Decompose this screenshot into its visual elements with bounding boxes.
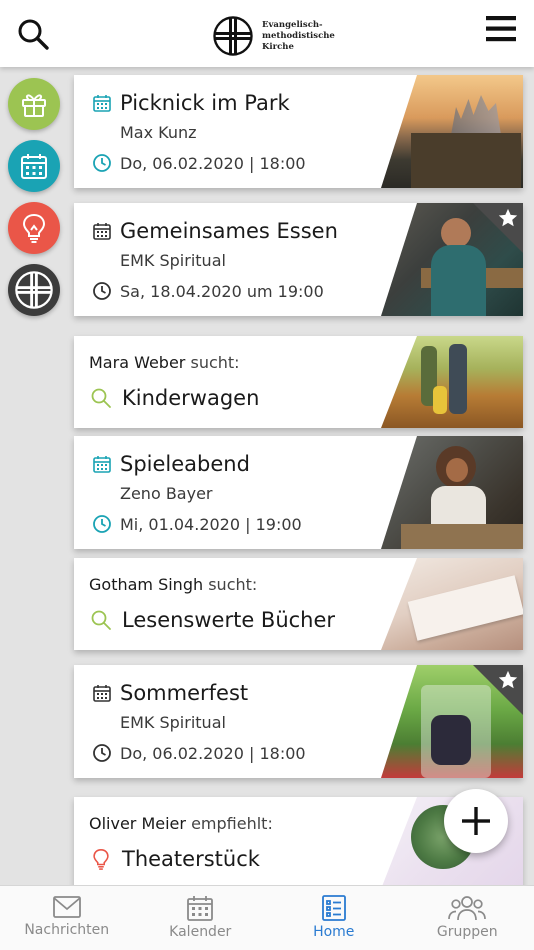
logo-line-2: methodistische xyxy=(262,30,335,41)
bottom-nav: Nachrichten Kalender Home Gruppen xyxy=(0,885,534,950)
mail-icon xyxy=(52,896,81,918)
rail-church-button[interactable] xyxy=(8,264,60,316)
star-icon xyxy=(498,670,518,689)
event-organizer: Max Kunz xyxy=(120,123,197,142)
calendar-icon xyxy=(187,896,214,921)
clock-icon xyxy=(93,282,111,300)
calendar-icon xyxy=(93,685,111,702)
event-title-row: Gemeinsames Essen xyxy=(92,219,338,243)
logo-text: Evangelisch- methodistische Kirche xyxy=(262,20,335,53)
event-datetime: Mi, 01.04.2020 | 19:00 xyxy=(120,514,302,534)
author-name[interactable]: Mara Weber xyxy=(89,353,185,372)
nav-label: Nachrichten xyxy=(24,922,110,938)
author-name[interactable]: Oliver Meier xyxy=(89,814,186,833)
event-image-games xyxy=(381,436,523,549)
event-datetime-row: Do, 06.02.2020 | 18:00 xyxy=(92,743,306,763)
list-icon xyxy=(321,895,346,921)
recommendation-author-line: Oliver Meier empfiehlt: xyxy=(89,814,273,833)
event-datetime: Do, 06.02.2020 | 18:00 xyxy=(120,153,306,173)
rail-idea-button[interactable] xyxy=(8,202,60,254)
author-name[interactable]: Gotham Singh xyxy=(89,575,203,594)
calendar-icon xyxy=(93,456,111,473)
author-verb: empfiehlt: xyxy=(191,814,273,833)
event-image-park xyxy=(381,75,523,188)
search-author-line: Mara Weber sucht: xyxy=(89,353,240,372)
search-icon xyxy=(91,610,111,630)
event-card[interactable]: Gemeinsames Essen EMK Spiritual Sa, 18.0… xyxy=(74,203,523,316)
search-icon xyxy=(18,19,49,50)
nav-label: Kalender xyxy=(169,924,232,940)
lightbulb-icon xyxy=(93,849,109,870)
nav-label: Gruppen xyxy=(436,924,498,940)
event-card[interactable]: Sommerfest EMK Spiritual Do, 06.02.2020 … xyxy=(74,665,523,778)
clock-icon xyxy=(93,515,111,533)
church-logo[interactable]: Evangelisch- methodistische Kirche xyxy=(212,15,335,57)
logo-line-3: Kirche xyxy=(262,41,294,52)
event-datetime-row: Mi, 01.04.2020 | 19:00 xyxy=(92,514,302,534)
search-icon xyxy=(91,388,111,408)
event-title-row: Spieleabend xyxy=(92,452,250,476)
clock-icon xyxy=(93,744,111,762)
search-card[interactable]: Mara Weber sucht: Kinderwagen xyxy=(74,336,523,428)
event-datetime-row: Sa, 18.04.2020 um 19:00 xyxy=(92,281,324,301)
nav-nachrichten[interactable]: Nachrichten xyxy=(0,886,134,950)
event-card[interactable]: Spieleabend Zeno Bayer Mi, 01.04.2020 | … xyxy=(74,436,523,549)
lightbulb-icon xyxy=(22,213,46,243)
plus-icon xyxy=(462,807,490,835)
gift-icon xyxy=(22,94,46,117)
event-organizer: Zeno Bayer xyxy=(120,484,213,503)
event-title: Gemeinsames Essen xyxy=(120,219,338,243)
event-organizer: EMK Spiritual xyxy=(120,251,226,270)
event-title: Sommerfest xyxy=(120,681,249,705)
event-organizer: EMK Spiritual xyxy=(120,713,226,732)
add-button[interactable] xyxy=(444,789,508,853)
search-author-line: Gotham Singh sucht: xyxy=(89,575,257,594)
event-title: Picknick im Park xyxy=(120,91,290,115)
search-item: Lesenswerte Bücher xyxy=(122,608,336,632)
cross-circle-icon xyxy=(15,271,53,309)
nav-kalender[interactable]: Kalender xyxy=(134,886,268,950)
event-title: Spieleabend xyxy=(120,452,250,476)
menu-button[interactable] xyxy=(486,15,516,43)
search-item-row: Kinderwagen xyxy=(90,386,259,410)
nav-home[interactable]: Home xyxy=(267,886,401,950)
search-card[interactable]: Gotham Singh sucht: Lesenswerte Bücher xyxy=(74,558,523,650)
author-verb: sucht: xyxy=(190,353,240,372)
clock-icon xyxy=(93,154,111,172)
calendar-icon xyxy=(93,95,111,112)
event-datetime: Do, 06.02.2020 | 18:00 xyxy=(120,743,306,763)
search-item-row: Lesenswerte Bücher xyxy=(90,608,335,632)
event-datetime: Sa, 18.04.2020 um 19:00 xyxy=(120,281,324,301)
calendar-icon xyxy=(93,223,111,240)
app-header: Evangelisch- methodistische Kirche xyxy=(0,0,534,67)
group-icon xyxy=(448,896,487,921)
rail-gift-button[interactable] xyxy=(8,78,60,130)
event-card[interactable]: Picknick im Park Max Kunz Do, 06.02.2020… xyxy=(74,75,523,188)
event-title-row: Sommerfest xyxy=(92,681,248,705)
recommendation-item-row: Theaterstück xyxy=(90,847,260,871)
hamburger-icon xyxy=(486,16,516,42)
event-title-row: Picknick im Park xyxy=(92,91,290,115)
logo-line-1: Evangelisch- xyxy=(262,19,323,30)
rail-calendar-button[interactable] xyxy=(8,140,60,192)
nav-label: Home xyxy=(313,924,355,940)
search-button[interactable] xyxy=(16,17,50,51)
calendar-icon xyxy=(21,154,47,179)
search-image-books xyxy=(381,558,523,650)
author-verb: sucht: xyxy=(208,575,258,594)
event-datetime-row: Do, 06.02.2020 | 18:00 xyxy=(92,153,306,173)
nav-gruppen[interactable]: Gruppen xyxy=(401,886,534,950)
recommendation-item: Theaterstück xyxy=(122,847,260,871)
star-icon xyxy=(498,208,518,227)
search-item: Kinderwagen xyxy=(122,386,260,410)
search-image-stroller xyxy=(381,336,523,428)
cross-circle-icon xyxy=(213,16,253,56)
